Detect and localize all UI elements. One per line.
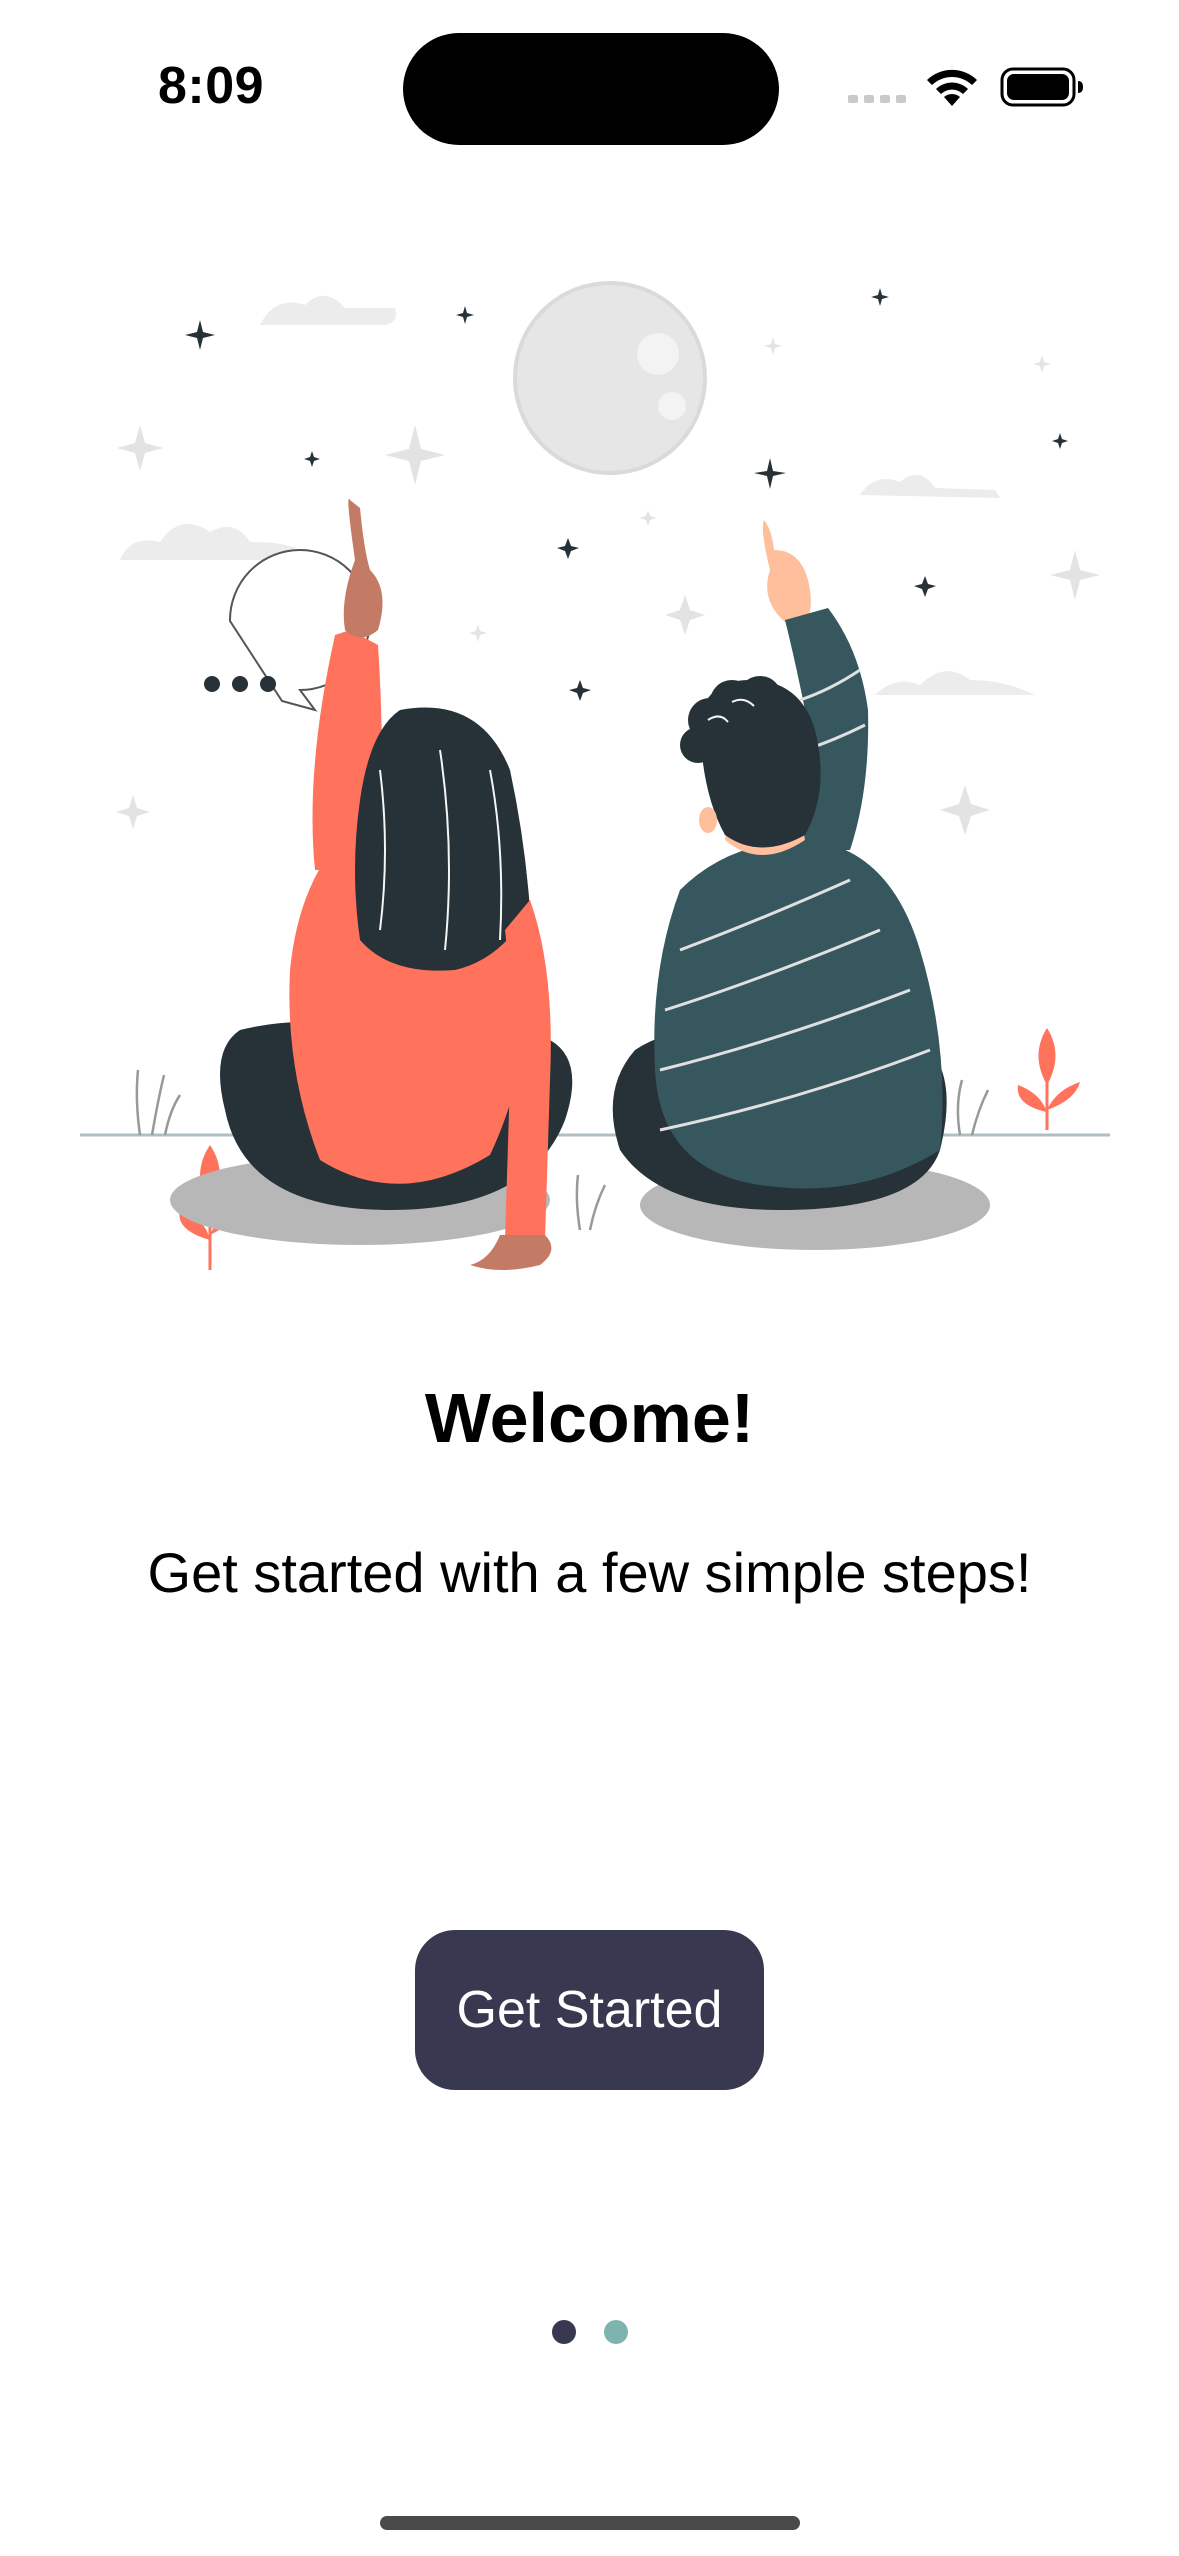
wifi-icon <box>927 69 977 106</box>
page-title: Welcome! <box>424 1379 755 1457</box>
cellular-signal-icon <box>848 95 906 103</box>
moon-icon <box>513 281 707 475</box>
get-started-button[interactable]: Get Started <box>415 1930 764 2090</box>
friends-stargazing-illustration <box>80 281 1110 1270</box>
page-indicator[interactable] <box>0 2320 1179 2346</box>
page-dot-1[interactable] <box>551 2320 576 2344</box>
home-indicator[interactable] <box>380 2516 800 2530</box>
status-time: 8:09 <box>158 57 265 115</box>
page-subtitle: Get started with a few simple steps! <box>147 1541 1032 1604</box>
status-bar: 8:09 <box>0 0 1179 170</box>
man-figure <box>612 520 947 1210</box>
dynamic-island <box>403 33 779 145</box>
battery-icon <box>1000 67 1083 107</box>
page-dot-2[interactable] <box>603 2320 628 2344</box>
